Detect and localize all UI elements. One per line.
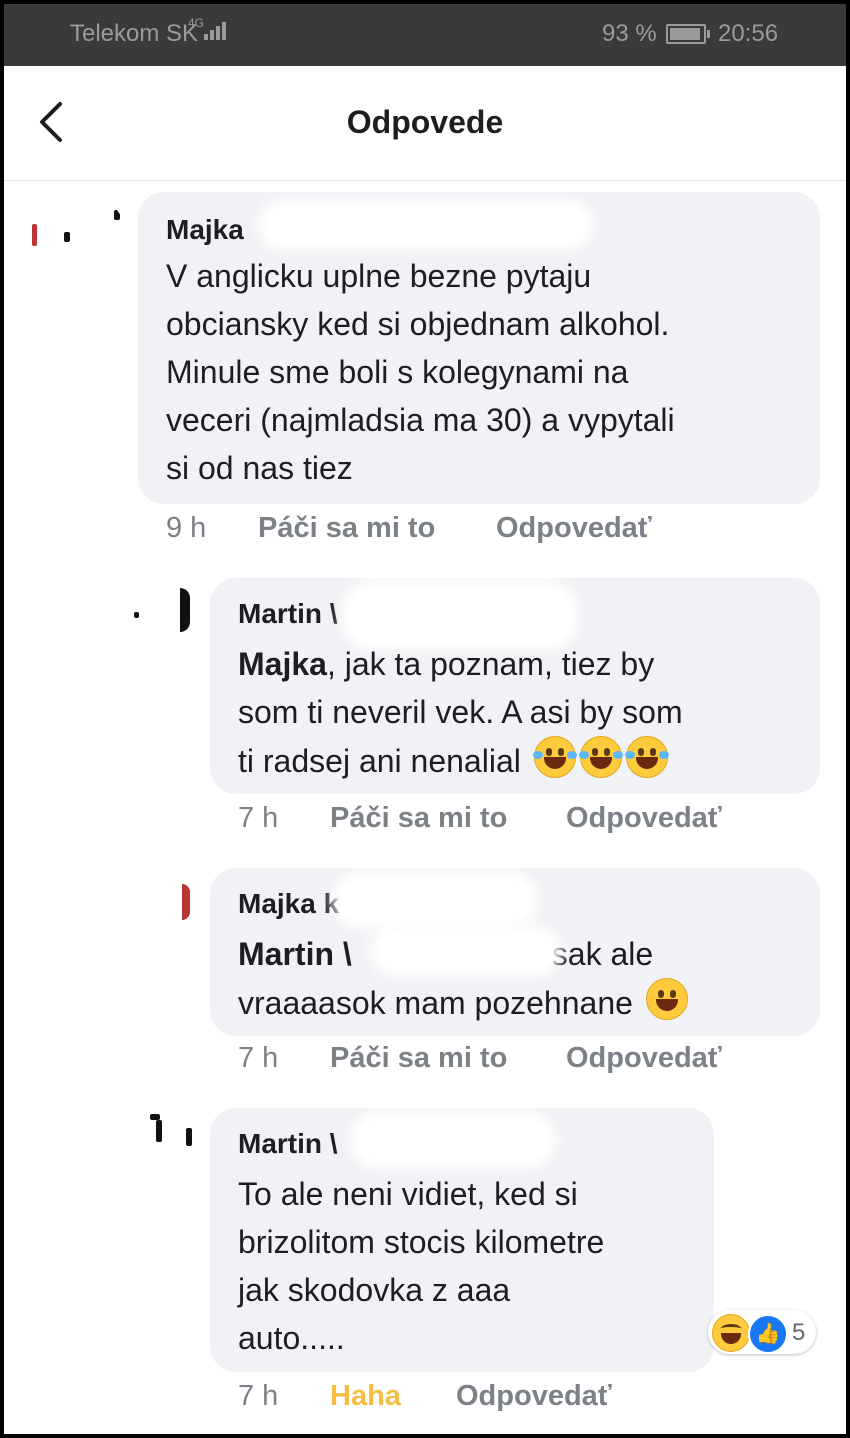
tears-of-joy-emoji: [578, 736, 623, 778]
avatar[interactable]: [128, 1104, 202, 1178]
reactions-summary[interactable]: 👍 5: [708, 1310, 816, 1354]
comment-bubble[interactable]: Majka V anglicku uplne bezne pytaju obci…: [138, 192, 820, 504]
battery-percent: 93 %: [602, 20, 657, 47]
like-button[interactable]: Páči sa mi to: [258, 512, 435, 545]
comment-line: auto.....: [238, 1320, 345, 1356]
reply-button[interactable]: Odpovedať: [496, 512, 652, 545]
redaction-overlay: [340, 880, 530, 920]
comment-text: Majka, jak ta poznam, tiez by som ti nev…: [238, 640, 683, 785]
battery-icon: [666, 24, 710, 44]
comment-text: V anglicku uplne bezne pytaju obciansky …: [166, 252, 675, 492]
comment-line-rest: , jak ta poznam, tiez by: [326, 646, 655, 682]
comment-line: V anglicku uplne bezne pytaju: [166, 258, 592, 294]
comment-time: 7 h: [238, 1042, 279, 1074]
redaction-overlay: [350, 588, 570, 642]
comment-line: si od nas tiez: [166, 450, 353, 486]
comment-author[interactable]: Majka: [166, 214, 244, 246]
comment-author[interactable]: Martin \: [238, 1128, 338, 1160]
page-title: Odpovede: [346, 104, 504, 140]
comment-line: brizolitom stocis kilometre: [238, 1224, 605, 1260]
comment-bubble[interactable]: Majka k Martin \ sak ale vraaaasok mam po…: [210, 868, 820, 1036]
like-button[interactable]: Páči sa mi to: [330, 1042, 507, 1075]
comment-line-text: vraaaasok mam pozehnane: [238, 985, 633, 1021]
comment-line: Majka, jak ta poznam, tiez by: [238, 640, 683, 688]
comment-line: veceri (najmladsia ma 30) a vypytali: [166, 402, 675, 438]
clock: 20:56: [718, 20, 779, 47]
comment-author[interactable]: Martin \: [238, 598, 338, 630]
comment-line: jak skodovka z aaa: [238, 1272, 511, 1308]
comment-line: To ale neni vidiet, ked si: [238, 1176, 578, 1212]
signal-icon: [204, 22, 226, 40]
comment-line: ti radsej ani nenalial: [238, 736, 683, 785]
avatar[interactable]: [128, 574, 202, 648]
grinning-emoji: [645, 978, 688, 1020]
header-bar: Odpovede: [4, 66, 846, 181]
comment-author[interactable]: Majka k: [238, 888, 339, 920]
comment-bubble[interactable]: Martin \ Majka, jak ta poznam, tiez by s…: [210, 578, 820, 794]
screenshot-frame: Telekom SK 4G 93 % 20:56 Odpovede Majka …: [4, 4, 846, 1434]
comment-time: 7 h: [238, 802, 279, 834]
haha-reaction-button[interactable]: Haha: [330, 1380, 401, 1413]
redaction-overlay: [378, 934, 554, 968]
comment-line: vraaaasok mam pozehnane: [238, 978, 688, 1027]
comment-line-text: ti radsej ani nenalial: [238, 743, 521, 779]
comment-line: som ti neveril vek. A asi by som: [238, 694, 683, 730]
comment-line: Minule sme boli s kolegynami na: [166, 354, 629, 390]
avatar[interactable]: [128, 870, 202, 944]
reply-button[interactable]: Odpovedať: [566, 1042, 722, 1075]
tears-of-joy-emoji: [624, 736, 669, 778]
mention-link[interactable]: Martin \: [238, 936, 352, 972]
redaction-overlay: [358, 1120, 548, 1160]
comment-time: 7 h: [238, 1380, 279, 1412]
reply-button[interactable]: Odpovedať: [566, 802, 722, 835]
comment-time: 9 h: [166, 512, 207, 544]
tears-of-joy-emoji: [532, 736, 577, 778]
like-reaction-icon: 👍: [748, 1314, 788, 1354]
carrier-label: Telekom SK: [70, 20, 199, 47]
mention-link[interactable]: Majka: [238, 646, 327, 682]
reaction-count: 5: [792, 1319, 806, 1346]
comment-text: To ale neni vidiet, ked si brizolitom st…: [238, 1170, 604, 1362]
like-button[interactable]: Páči sa mi to: [330, 802, 507, 835]
haha-reaction-icon: [712, 1314, 750, 1352]
redaction-overlay: [266, 208, 586, 242]
comment-line-rest: sak ale: [551, 936, 654, 972]
network-type: 4G: [188, 16, 205, 30]
status-bar: Telekom SK 4G 93 % 20:56: [4, 4, 846, 66]
comment-bubble[interactable]: Martin \ To ale neni vidiet, ked si briz…: [210, 1108, 714, 1372]
avatar[interactable]: [24, 190, 128, 294]
reply-button[interactable]: Odpovedať: [456, 1380, 612, 1413]
comment-line: obciansky ked si objednam alkohol.: [166, 306, 670, 342]
